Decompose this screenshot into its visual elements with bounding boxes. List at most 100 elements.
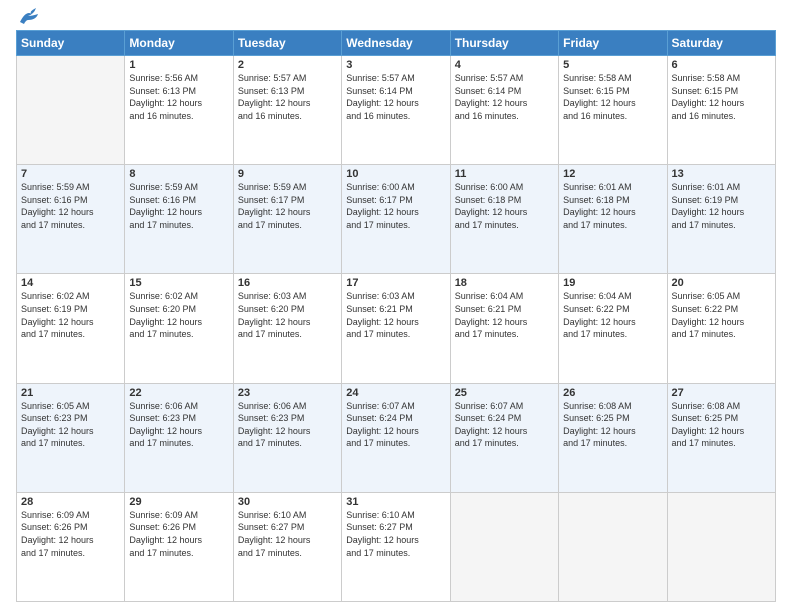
day-number: 13 [672,168,771,180]
day-info: Sunrise: 5:59 AMSunset: 6:17 PMDaylight:… [238,182,311,230]
col-monday: Monday [125,31,233,56]
day-info: Sunrise: 6:02 AMSunset: 6:20 PMDaylight:… [129,291,202,339]
table-row: 1 Sunrise: 5:56 AMSunset: 6:13 PMDaylight… [125,56,233,165]
table-row: 13 Sunrise: 6:01 AMSunset: 6:19 PMDayligh… [667,165,775,274]
day-info: Sunrise: 5:59 AMSunset: 6:16 PMDaylight:… [21,182,94,230]
table-row: 28 Sunrise: 6:09 AMSunset: 6:26 PMDayligh… [17,492,125,601]
day-number: 30 [238,496,337,508]
table-row: 14 Sunrise: 6:02 AMSunset: 6:19 PMDayligh… [17,274,125,383]
day-number: 25 [455,387,554,399]
col-thursday: Thursday [450,31,558,56]
calendar-week-row: 14 Sunrise: 6:02 AMSunset: 6:19 PMDayligh… [17,274,776,383]
table-row: 19 Sunrise: 6:04 AMSunset: 6:22 PMDayligh… [559,274,667,383]
day-number: 23 [238,387,337,399]
table-row: 8 Sunrise: 5:59 AMSunset: 6:16 PMDaylight… [125,165,233,274]
day-number: 2 [238,59,337,71]
table-row: 30 Sunrise: 6:10 AMSunset: 6:27 PMDayligh… [233,492,341,601]
day-number: 15 [129,277,228,289]
day-number: 8 [129,168,228,180]
table-row: 11 Sunrise: 6:00 AMSunset: 6:18 PMDayligh… [450,165,558,274]
table-row: 24Sunrise: 6:07 AMSunset: 6:24 PMDayligh… [342,383,450,492]
table-row: 20Sunrise: 6:05 AMSunset: 6:22 PMDayligh… [667,274,775,383]
table-row: 4Sunrise: 5:57 AMSunset: 6:14 PMDaylight… [450,56,558,165]
table-row: 26Sunrise: 6:08 AMSunset: 6:25 PMDayligh… [559,383,667,492]
header [16,12,776,26]
table-row: 31 Sunrise: 6:10 AMSunset: 6:27 PMDayligh… [342,492,450,601]
day-info: Sunrise: 6:10 AMSunset: 6:27 PMDaylight:… [346,510,419,558]
day-info: Sunrise: 5:57 AMSunset: 6:14 PMDaylight:… [455,73,528,121]
calendar-week-row: 28 Sunrise: 6:09 AMSunset: 6:26 PMDayligh… [17,492,776,601]
day-info: Sunrise: 5:59 AMSunset: 6:16 PMDaylight:… [129,182,202,230]
day-info: Sunrise: 6:05 AMSunset: 6:23 PMDaylight:… [21,401,94,449]
day-info: Sunrise: 6:05 AMSunset: 6:22 PMDaylight:… [672,291,745,339]
day-info: Sunrise: 6:04 AMSunset: 6:21 PMDaylight:… [455,291,528,339]
day-info: Sunrise: 6:00 AMSunset: 6:18 PMDaylight:… [455,182,528,230]
table-row: 15 Sunrise: 6:02 AMSunset: 6:20 PMDayligh… [125,274,233,383]
table-row [17,56,125,165]
day-number: 29 [129,496,228,508]
day-number: 19 [563,277,662,289]
day-number: 22 [129,387,228,399]
table-row: 22Sunrise: 6:06 AMSunset: 6:23 PMDayligh… [125,383,233,492]
day-number: 28 [21,496,120,508]
day-info: Sunrise: 6:06 AMSunset: 6:23 PMDaylight:… [238,401,311,449]
col-sunday: Sunday [17,31,125,56]
day-number: 1 [129,59,228,71]
table-row [667,492,775,601]
calendar-week-row: 21 Sunrise: 6:05 AMSunset: 6:23 PMDayligh… [17,383,776,492]
col-tuesday: Tuesday [233,31,341,56]
calendar-table: Sunday Monday Tuesday Wednesday Thursday… [16,30,776,602]
day-number: 27 [672,387,771,399]
day-info: Sunrise: 6:03 AMSunset: 6:21 PMDaylight:… [346,291,419,339]
day-number: 14 [21,277,120,289]
day-info: Sunrise: 6:04 AMSunset: 6:22 PMDaylight:… [563,291,636,339]
logo [16,12,40,26]
day-info: Sunrise: 6:03 AMSunset: 6:20 PMDaylight:… [238,291,311,339]
day-info: Sunrise: 6:08 AMSunset: 6:25 PMDaylight:… [672,401,745,449]
day-number: 12 [563,168,662,180]
day-info: Sunrise: 6:10 AMSunset: 6:27 PMDaylight:… [238,510,311,558]
day-info: Sunrise: 5:57 AMSunset: 6:13 PMDaylight:… [238,73,311,121]
table-row [450,492,558,601]
day-number: 16 [238,277,337,289]
calendar-week-row: 7 Sunrise: 5:59 AMSunset: 6:16 PMDaylight… [17,165,776,274]
calendar-header-row: Sunday Monday Tuesday Wednesday Thursday… [17,31,776,56]
col-wednesday: Wednesday [342,31,450,56]
day-info: Sunrise: 6:08 AMSunset: 6:25 PMDaylight:… [563,401,636,449]
day-number: 10 [346,168,445,180]
calendar-week-row: 1 Sunrise: 5:56 AMSunset: 6:13 PMDaylight… [17,56,776,165]
col-friday: Friday [559,31,667,56]
table-row: 21 Sunrise: 6:05 AMSunset: 6:23 PMDayligh… [17,383,125,492]
logo-bird-icon [18,8,40,26]
day-number: 5 [563,59,662,71]
table-row: 23 Sunrise: 6:06 AMSunset: 6:23 PMDayligh… [233,383,341,492]
table-row: 27 Sunrise: 6:08 AMSunset: 6:25 PMDayligh… [667,383,775,492]
day-info: Sunrise: 6:01 AMSunset: 6:19 PMDaylight:… [672,182,745,230]
day-number: 11 [455,168,554,180]
table-row: 5Sunrise: 5:58 AMSunset: 6:15 PMDaylight… [559,56,667,165]
table-row: 25 Sunrise: 6:07 AMSunset: 6:24 PMDayligh… [450,383,558,492]
table-row: 9Sunrise: 5:59 AMSunset: 6:17 PMDaylight… [233,165,341,274]
day-info: Sunrise: 6:00 AMSunset: 6:17 PMDaylight:… [346,182,419,230]
table-row: 18 Sunrise: 6:04 AMSunset: 6:21 PMDayligh… [450,274,558,383]
day-number: 17 [346,277,445,289]
day-info: Sunrise: 5:57 AMSunset: 6:14 PMDaylight:… [346,73,419,121]
day-number: 31 [346,496,445,508]
table-row: 7 Sunrise: 5:59 AMSunset: 6:16 PMDaylight… [17,165,125,274]
day-info: Sunrise: 5:58 AMSunset: 6:15 PMDaylight:… [672,73,745,121]
day-info: Sunrise: 6:09 AMSunset: 6:26 PMDaylight:… [21,510,94,558]
day-info: Sunrise: 6:02 AMSunset: 6:19 PMDaylight:… [21,291,94,339]
day-number: 7 [21,168,120,180]
table-row: 6Sunrise: 5:58 AMSunset: 6:15 PMDaylight… [667,56,775,165]
table-row: 29Sunrise: 6:09 AMSunset: 6:26 PMDayligh… [125,492,233,601]
table-row: 2 Sunrise: 5:57 AMSunset: 6:13 PMDaylight… [233,56,341,165]
day-info: Sunrise: 5:56 AMSunset: 6:13 PMDaylight:… [129,73,202,121]
day-number: 3 [346,59,445,71]
day-info: Sunrise: 6:01 AMSunset: 6:18 PMDaylight:… [563,182,636,230]
table-row: 16 Sunrise: 6:03 AMSunset: 6:20 PMDayligh… [233,274,341,383]
day-number: 21 [21,387,120,399]
day-number: 24 [346,387,445,399]
day-number: 18 [455,277,554,289]
day-info: Sunrise: 6:07 AMSunset: 6:24 PMDaylight:… [455,401,528,449]
col-saturday: Saturday [667,31,775,56]
